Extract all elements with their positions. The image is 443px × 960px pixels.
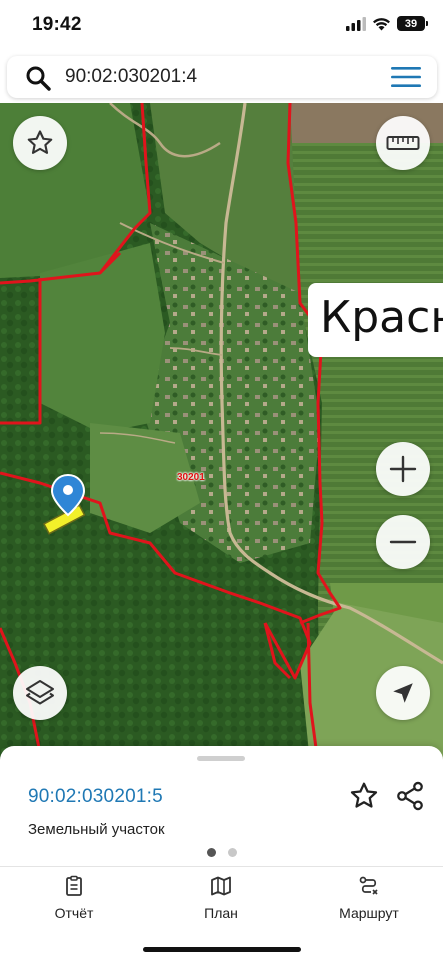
layers-button[interactable]	[13, 666, 67, 720]
search-bar	[7, 56, 437, 98]
report-icon	[66, 875, 82, 896]
my-location-button[interactable]	[376, 666, 430, 720]
ruler-button[interactable]	[376, 116, 430, 170]
status-icons: 39	[346, 16, 428, 31]
place-label: Краснолесье	[308, 283, 443, 357]
satellite-map[interactable]: Краснолесье 30201	[0, 103, 443, 763]
zoom-out-icon	[389, 540, 417, 544]
status-bar: 19:42 39	[0, 0, 443, 50]
home-indicator[interactable]	[143, 947, 301, 952]
layers-icon	[26, 680, 54, 705]
tab-report-label: Отчёт	[54, 905, 94, 921]
favorite-star-icon[interactable]	[348, 780, 380, 812]
ruler-icon	[386, 136, 420, 150]
signal-icon	[346, 16, 366, 31]
map-plan-icon	[211, 876, 231, 896]
quarter-label: 30201	[177, 472, 205, 483]
search-input[interactable]	[65, 62, 365, 92]
zoom-out-button[interactable]	[376, 515, 430, 569]
tab-plan-label: План	[204, 905, 238, 921]
bottom-tab-bar: Отчёт План Маршрут	[0, 866, 443, 960]
search-icon[interactable]	[25, 65, 51, 91]
route-icon	[359, 876, 378, 895]
page-dot-active	[206, 848, 216, 857]
tab-route[interactable]: Маршрут	[309, 875, 429, 931]
parcel-info-sheet[interactable]: 90:02:030201:5 Земельный участок	[0, 746, 443, 876]
tab-plan[interactable]: План	[161, 875, 281, 931]
tab-report[interactable]: Отчёт	[14, 875, 134, 931]
wifi-icon	[373, 17, 390, 30]
parcel-id-link[interactable]: 90:02:030201:5	[28, 786, 163, 808]
tab-route-label: Маршрут	[339, 905, 399, 921]
zoom-in-icon	[389, 455, 417, 483]
share-icon[interactable]	[394, 780, 426, 812]
page-indicator	[0, 848, 443, 857]
hamburger-menu-icon[interactable]	[389, 64, 423, 90]
map-imagery	[0, 103, 443, 763]
favorite-button[interactable]	[13, 116, 67, 170]
battery-icon: 39	[397, 16, 428, 31]
location-arrow-icon	[393, 683, 413, 703]
zoom-in-button[interactable]	[376, 442, 430, 496]
page-dot	[227, 848, 237, 857]
sheet-drag-handle[interactable]	[197, 756, 245, 761]
status-time: 19:42	[32, 14, 82, 35]
parcel-type: Земельный участок	[28, 821, 165, 838]
star-icon	[27, 130, 53, 154]
